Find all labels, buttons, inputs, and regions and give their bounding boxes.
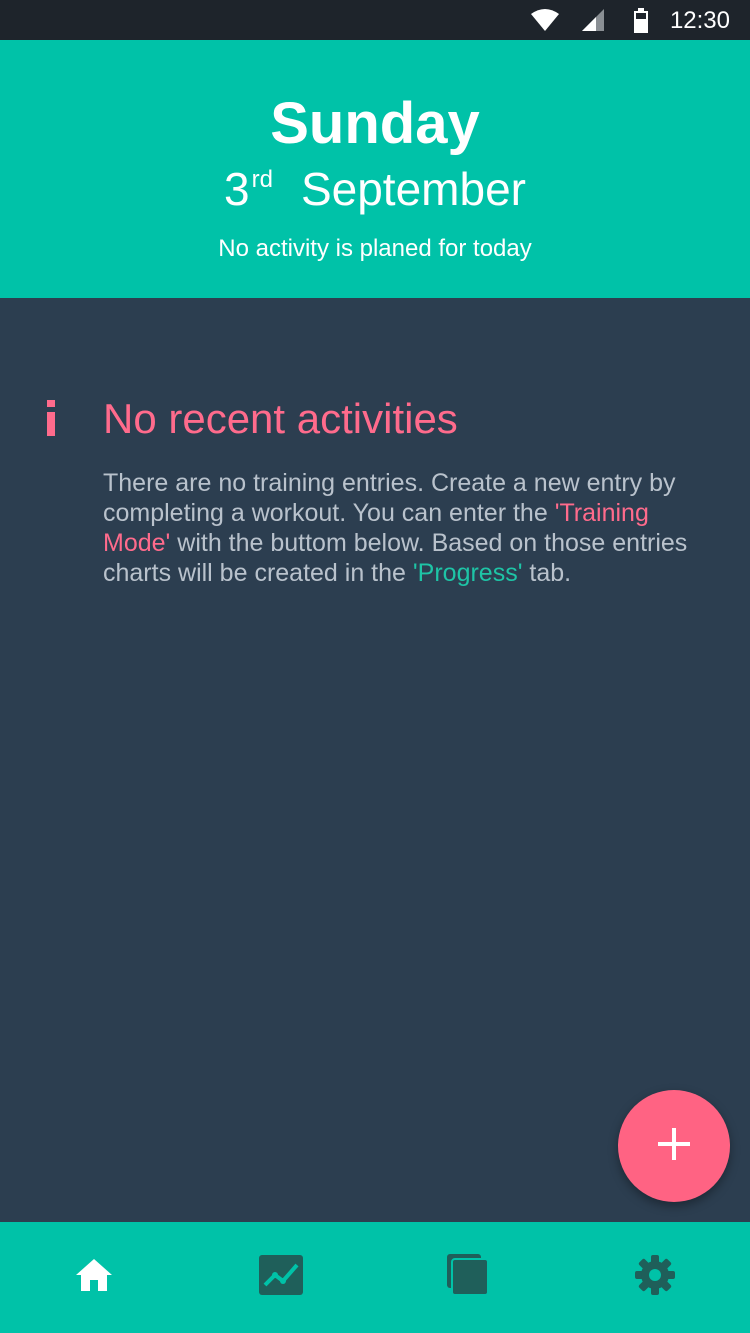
- description-text-2: with the buttom below. Based on those en…: [103, 529, 688, 587]
- wifi-icon: [530, 8, 560, 37]
- date-line: 3rd September: [0, 162, 750, 225]
- progress-tab-link[interactable]: 'Progress': [413, 559, 523, 587]
- description-text-3: tab.: [522, 559, 572, 587]
- empty-state-description: There are no training entries. Create a …: [103, 468, 703, 588]
- month-label: September: [300, 163, 526, 215]
- bottom-navigation: [0, 1222, 750, 1333]
- tab-pages[interactable]: [374, 1222, 561, 1333]
- home-icon: [74, 1257, 114, 1298]
- date-header: Sunday 3rd September No activity is plane…: [0, 40, 750, 298]
- add-entry-button[interactable]: [618, 1090, 730, 1202]
- status-bar: 12:30: [0, 0, 750, 40]
- tab-settings[interactable]: [561, 1222, 748, 1333]
- gear-icon: [634, 1254, 676, 1301]
- day-title: Sunday: [270, 91, 480, 156]
- empty-state-title: No recent activities: [103, 395, 458, 442]
- chart-icon: [258, 1255, 303, 1300]
- info-icon: [44, 400, 58, 436]
- status-time: 12:30: [669, 7, 730, 34]
- pages-icon: [446, 1254, 489, 1301]
- cell-signal-icon: [580, 8, 606, 37]
- date-number: 3rd: [224, 162, 273, 225]
- plus-icon: [657, 1127, 691, 1166]
- planned-status: No activity is planed for today: [218, 235, 532, 262]
- tab-progress[interactable]: [187, 1222, 374, 1333]
- tab-home[interactable]: [0, 1222, 187, 1333]
- date-number-value: 3: [224, 163, 250, 215]
- date-suffix: rd: [251, 166, 273, 193]
- battery-icon: [633, 8, 649, 39]
